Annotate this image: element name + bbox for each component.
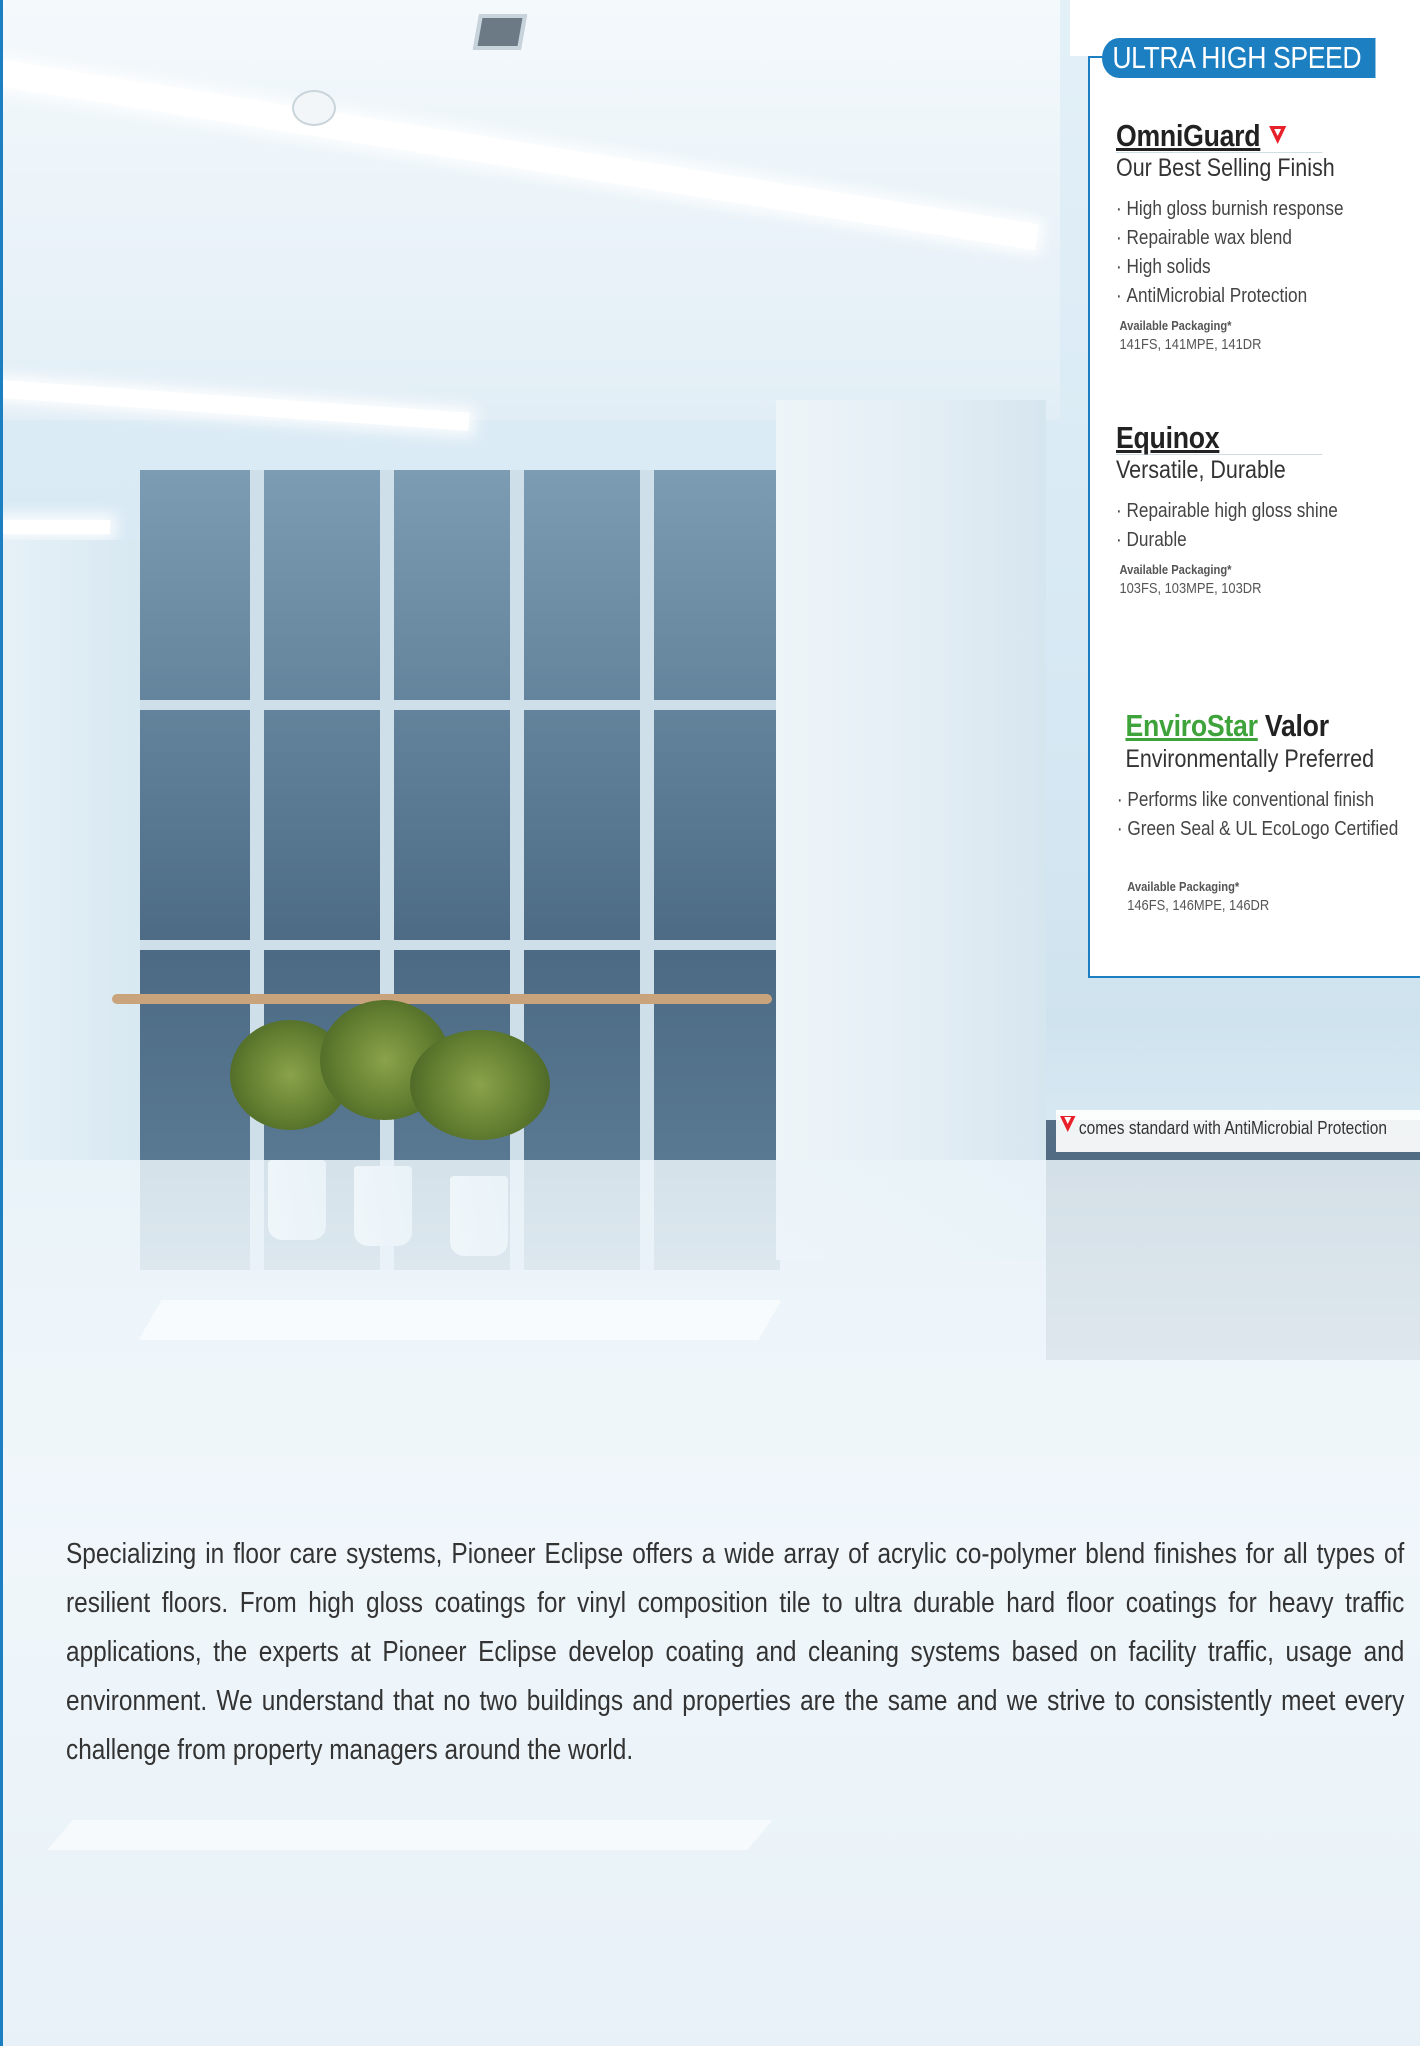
packaging-label: Available Packaging* (1119, 562, 1232, 577)
packaging-label: Available Packaging* (1127, 879, 1240, 894)
section-tab: ULTRA HIGH SPEED (1102, 38, 1376, 78)
ceiling-vent (472, 14, 528, 50)
product-tagline: Environmentally Preferred (1125, 745, 1375, 773)
footnote: comes standard with AntiMicrobial Protec… (1060, 1116, 1387, 1139)
ceiling-light (0, 520, 110, 534)
feature-item: AntiMicrobial Protection (1116, 282, 1374, 311)
product-envirostar-valor: EnviroStar Valor Environmentally Preferr… (1110, 708, 1410, 916)
feature-list: Performs like conventional finish Green … (1117, 786, 1398, 844)
feature-list: High gloss burnish response Repairable w… (1116, 195, 1374, 311)
product-tagline: Our Best Selling Finish (1116, 154, 1335, 182)
antimicrobial-triangle-icon (1060, 1116, 1076, 1132)
product-omniguard: OmniGuard Our Best Selling Finish High g… (1116, 118, 1416, 355)
feature-item: Repairable wax blend (1116, 224, 1374, 253)
product-name: EnviroStar Valor (1125, 708, 1329, 743)
feature-item: Green Seal & UL EcoLogo Certified (1117, 815, 1398, 844)
packaging-codes: 141FS, 141MPE, 141DR (1119, 336, 1262, 353)
packaging-codes: 146FS, 146MPE, 146DR (1127, 897, 1270, 914)
feature-item: High gloss burnish response (1116, 195, 1374, 224)
window-wall (140, 470, 780, 1270)
window-mullion (250, 470, 264, 1270)
page-edge-bar (0, 0, 3, 2046)
feature-item: Durable (1116, 526, 1374, 555)
product-name: Equinox (1116, 420, 1220, 455)
plant (410, 1030, 550, 1140)
window-mullion (640, 470, 654, 1270)
handrail (112, 994, 772, 1004)
feature-item: High solids (1116, 253, 1374, 282)
window-mullion (380, 470, 394, 1270)
smoke-detector (292, 90, 336, 126)
window-transom (140, 700, 780, 710)
window-mullion (510, 470, 524, 1270)
antimicrobial-triangle-icon (1268, 126, 1287, 144)
floor-reflection (138, 1300, 782, 1340)
wall (0, 540, 150, 1160)
product-tagline: Versatile, Durable (1116, 456, 1286, 484)
floor-reflection (47, 1820, 773, 1850)
packaging-label: Available Packaging* (1119, 318, 1232, 333)
feature-list: Repairable high gloss shine Durable (1116, 497, 1374, 555)
window-transom (140, 940, 780, 950)
packaging-codes: 103FS, 103MPE, 103DR (1119, 580, 1262, 597)
feature-item: Repairable high gloss shine (1116, 497, 1374, 526)
product-equinox: Equinox Versatile, Durable Repairable hi… (1116, 420, 1416, 599)
product-name: OmniGuard (1116, 118, 1374, 154)
column (776, 400, 1046, 1260)
body-paragraph: Specializing in floor care systems, Pion… (66, 1538, 1405, 1766)
feature-item: Performs like conventional finish (1117, 786, 1374, 815)
